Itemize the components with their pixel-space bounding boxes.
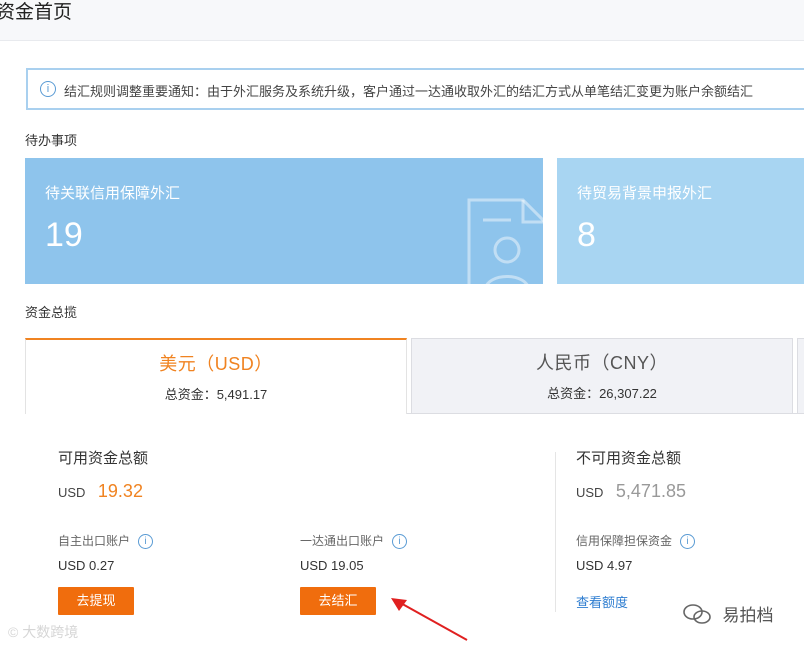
amount-value: 5,471.85 xyxy=(615,481,686,501)
available-funds-amount: USD 19.32 xyxy=(58,481,143,502)
info-icon[interactable]: i xyxy=(392,534,408,549)
todo-card-title: 待贸易背景申报外汇 xyxy=(577,185,713,202)
currency-unit: USD xyxy=(576,485,604,500)
todo-card-credit-guarantee[interactable]: 待关联信用保障外汇 19 xyxy=(25,158,543,284)
tab-cny[interactable]: 人民币（CNY） 总资金：26,307.22 xyxy=(411,338,793,414)
funds-section-label: 资金总揽 xyxy=(25,305,78,320)
tab-currency-label: 美元（USD） xyxy=(159,354,273,374)
info-icon[interactable]: i xyxy=(680,534,696,549)
watermark-left: © 大数跨境 xyxy=(8,622,78,642)
notice-text: 结汇规则调整重要通知：由于外汇服务及系统升级，客户通过一达通收取外汇的结汇方式从… xyxy=(64,84,754,99)
credit-guarantee-funds-label: 信用保障担保资金 i xyxy=(576,532,696,549)
account-label: 一达通出口账户 xyxy=(300,534,385,548)
tab-more[interactable] xyxy=(797,338,804,414)
watermark-text: 易拍档 xyxy=(722,606,774,625)
notice-banner: i 结汇规则调整重要通知：由于外汇服务及系统升级，客户通过一达通收取外汇的结汇方… xyxy=(26,68,804,110)
todo-section-label: 待办事项 xyxy=(25,133,78,148)
tab-currency-label: 人民币（CNY） xyxy=(535,353,668,373)
red-arrow-annotation xyxy=(391,598,468,641)
watermark-text: 大数跨境 xyxy=(22,624,79,640)
info-icon: i xyxy=(40,81,56,97)
tab-total-funds: 总资金：5,491.17 xyxy=(164,387,268,402)
wechat-icon xyxy=(683,603,711,624)
yidatong-export-account-value: USD 19.05 xyxy=(300,558,364,573)
unavailable-funds-amount: USD 5,471.85 xyxy=(576,481,686,502)
watermark-right: 易拍档 xyxy=(682,601,773,626)
page-title: 资金首页 xyxy=(0,2,73,23)
page-header: 资金首页 xyxy=(0,0,804,41)
tab-divider xyxy=(407,413,804,414)
tab-total-funds: 总资金：26,307.22 xyxy=(547,386,657,401)
credit-guarantee-funds-value: USD 4.97 xyxy=(576,558,633,573)
self-export-account-label: 自主出口账户 i xyxy=(58,532,154,549)
tab-usd[interactable]: 美元（USD） 总资金：5,491.17 xyxy=(25,338,407,414)
withdraw-button[interactable]: 去提现 xyxy=(58,587,134,615)
self-export-account-value: USD 0.27 xyxy=(58,558,115,573)
amount-value: 19.32 xyxy=(97,481,143,501)
document-person-icon xyxy=(467,198,543,284)
todo-card-title: 待关联信用保障外汇 xyxy=(45,185,181,202)
currency-unit: USD xyxy=(58,485,86,500)
unavailable-funds-title: 不可用资金总额 xyxy=(576,450,682,467)
vertical-divider xyxy=(555,452,556,612)
settle-exchange-button[interactable]: 去结汇 xyxy=(300,587,376,615)
watermark-logo-icon: © xyxy=(8,624,19,640)
account-label: 自主出口账户 xyxy=(58,534,131,548)
yidatong-export-account-label: 一达通出口账户 i xyxy=(300,532,408,549)
view-quota-link[interactable]: 查看额度 xyxy=(576,592,628,611)
account-label: 信用保障担保资金 xyxy=(576,534,673,548)
todo-card-count: 8 xyxy=(577,216,596,254)
info-icon[interactable]: i xyxy=(138,534,154,549)
todo-card-count: 19 xyxy=(45,216,83,254)
todo-card-trade-declaration[interactable]: 待贸易背景申报外汇 8 xyxy=(557,158,804,284)
available-funds-title: 可用资金总额 xyxy=(58,450,149,467)
